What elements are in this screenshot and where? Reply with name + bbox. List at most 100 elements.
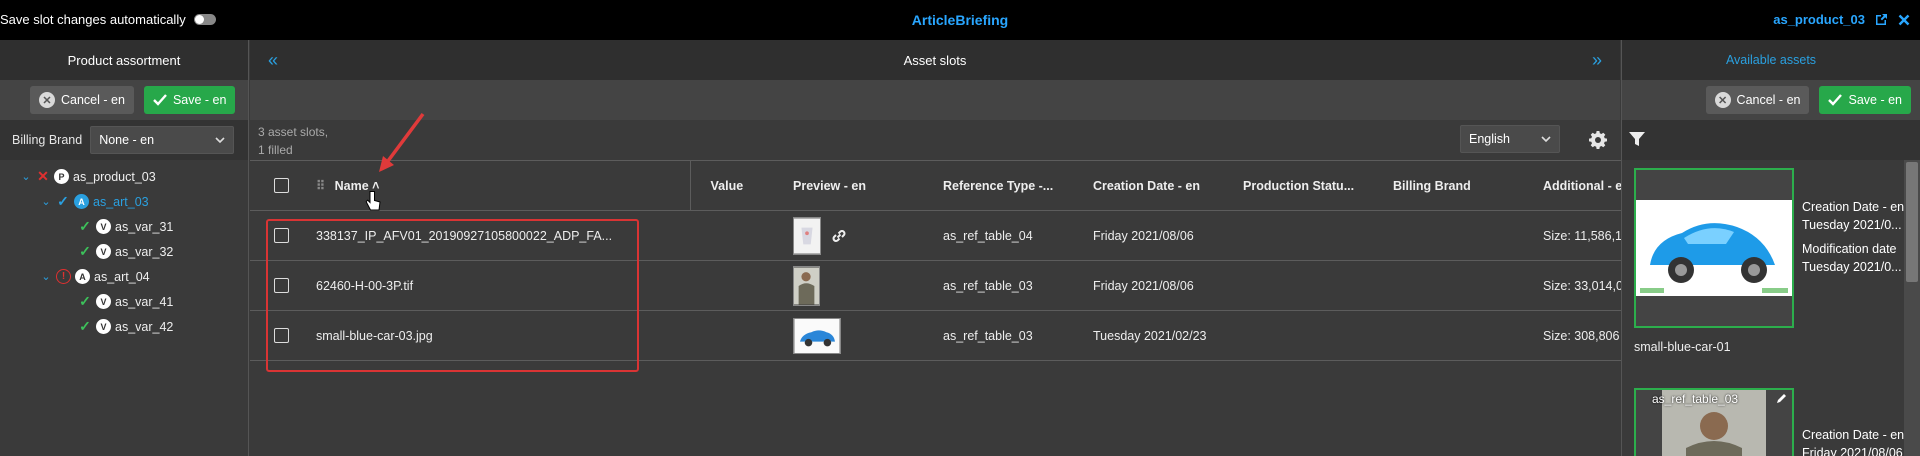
collapse-left-icon[interactable]: « <box>268 50 278 71</box>
cell-reference-type: as_ref_table_04 <box>935 210 1085 261</box>
column-header-production-status[interactable]: Production Statu... <box>1235 160 1385 211</box>
cancel-button[interactable]: ✕ Cancel - en <box>30 86 134 114</box>
tree-item-as-var-32[interactable]: ✓ V as_var_32 <box>0 239 248 264</box>
cancel-label: Cancel - en <box>61 93 125 107</box>
row-checkbox[interactable] <box>274 228 289 244</box>
cell-value <box>690 210 785 261</box>
autosave-toggle[interactable] <box>193 14 216 25</box>
asset-list-scrollbar[interactable] <box>1904 160 1920 456</box>
center-toolbar <box>250 80 1620 120</box>
save-label: Save - en <box>172 93 227 107</box>
edit-pencil-icon[interactable] <box>1776 392 1788 404</box>
tree-item-as-art-04[interactable]: ⌄ ! A as_art_04 <box>0 264 248 289</box>
row-checkbox[interactable] <box>274 328 289 344</box>
asset-list: Creation Date - en Tuesday 2021/0... Mod… <box>1622 160 1920 456</box>
chevron-down-icon[interactable]: ⌄ <box>40 195 52 208</box>
asset-card[interactable] <box>1634 168 1794 328</box>
meta-value: Tuesday 2021/0... <box>1802 218 1902 232</box>
billing-brand-value: None - en <box>99 133 155 147</box>
tree-item-label: as_var_42 <box>115 319 174 334</box>
cancel-button[interactable]: ✕ Cancel - en <box>1705 86 1810 114</box>
close-icon[interactable] <box>1898 14 1910 26</box>
available-assets-panel: Available assets ✕ Cancel - en Save - en <box>1621 40 1920 456</box>
app-title: ArticleBriefing <box>911 12 1009 28</box>
preview-thumbnail[interactable] <box>793 216 821 255</box>
autosave-label: Save slot changes automatically <box>0 12 186 27</box>
check-icon <box>1828 94 1843 106</box>
variant-badge: V <box>96 319 111 334</box>
chevron-down-icon[interactable]: ⌄ <box>20 170 32 183</box>
column-header-reference-type[interactable]: Reference Type -... <box>935 160 1085 211</box>
link-icon[interactable] <box>830 227 848 245</box>
cell-production-status <box>1235 310 1385 361</box>
asset-slots-table: ⠿ Name ˄ Value Preview - en Reference Ty… <box>250 160 1640 361</box>
select-all-checkbox[interactable] <box>274 178 289 194</box>
panel-title: Product assortment <box>0 40 248 80</box>
available-assets-title: Available assets <box>1622 40 1920 80</box>
table-header-row: ⠿ Name ˄ Value Preview - en Reference Ty… <box>250 160 1640 211</box>
billing-brand-select[interactable]: None - en <box>90 126 235 154</box>
external-link-icon[interactable] <box>1875 13 1888 26</box>
tree-item-as-var-42[interactable]: ✓ V as_var_42 <box>0 314 248 339</box>
table-row[interactable]: 62460-H-00-3P.tif as_ref_table_03 Friday… <box>250 260 1640 311</box>
gear-icon[interactable] <box>1588 130 1608 150</box>
cell-production-status <box>1235 260 1385 311</box>
warning-icon: ! <box>56 269 71 284</box>
filter-icon[interactable] <box>1628 130 1646 148</box>
cell-name: 338137_IP_AFV01_20190927105800022_ADP_FA… <box>302 210 690 261</box>
asset-card[interactable]: as_ref_table_03 <box>1634 388 1794 456</box>
variant-badge: V <box>96 219 111 234</box>
check-icon <box>153 94 167 106</box>
chevron-down-icon <box>1541 135 1551 142</box>
tree-item-as-product-03[interactable]: ⌄ ✕ P as_product_03 <box>0 164 248 189</box>
chevron-down-icon[interactable]: ⌄ <box>40 270 52 283</box>
language-select[interactable]: English <box>1460 125 1560 153</box>
tree-item-label: as_art_04 <box>94 269 150 284</box>
drag-handle-icon[interactable]: ⠿ <box>316 179 325 193</box>
product-badge: P <box>54 169 69 184</box>
billing-brand-label: Billing Brand <box>12 133 83 147</box>
save-button[interactable]: Save - en <box>143 86 236 114</box>
collapse-right-icon[interactable]: » <box>1592 50 1602 71</box>
cell-production-status <box>1235 210 1385 261</box>
column-header-name[interactable]: ⠿ Name ˄ <box>302 160 691 211</box>
tree-item-as-var-31[interactable]: ✓ V as_var_31 <box>0 214 248 239</box>
table-row[interactable]: 338137_IP_AFV01_20190927105800022_ADP_FA… <box>250 210 1640 261</box>
cell-name: 62460-H-00-3P.tif <box>302 260 690 311</box>
column-header-creation-date[interactable]: Creation Date - en <box>1085 160 1235 211</box>
save-label: Save - en <box>1848 93 1902 107</box>
product-tree: ⌄ ✕ P as_product_03 ⌄ ✓ A as_art_03 ✓ V … <box>0 160 248 339</box>
preview-thumbnail[interactable] <box>793 265 820 306</box>
column-header-billing-brand[interactable]: Billing Brand <box>1385 160 1535 211</box>
column-header-value[interactable]: Value <box>690 160 785 211</box>
chevron-down-icon <box>215 136 225 143</box>
article-badge: A <box>75 269 90 284</box>
meta-value: Friday 2021/08/06 <box>1802 446 1903 456</box>
asset-thumbnail <box>1636 170 1792 326</box>
tree-item-as-var-41[interactable]: ✓ V as_var_41 <box>0 289 248 314</box>
asset-metadata: Creation Date - en Friday 2021/08/06 <box>1802 426 1904 456</box>
cell-preview <box>785 210 935 261</box>
autosave-toggle-row[interactable]: Save slot changes automatically <box>0 12 216 27</box>
slot-filled: 1 filled <box>258 143 293 157</box>
select-all-cell[interactable] <box>250 160 302 211</box>
tree-item-label: as_art_03 <box>93 194 149 209</box>
table-row[interactable]: small-blue-car-03.jpg as_ref_table_03 Tu… <box>250 310 1640 361</box>
tree-item-as-art-03[interactable]: ⌄ ✓ A as_art_03 <box>0 189 248 214</box>
cell-billing-brand <box>1385 260 1535 311</box>
row-checkbox[interactable] <box>274 278 289 294</box>
preview-thumbnail[interactable] <box>793 317 841 354</box>
top-bar: Save slot changes automatically ArticleB… <box>0 0 1920 40</box>
cancel-icon: ✕ <box>39 92 55 108</box>
cell-creation-date: Friday 2021/08/06 <box>1085 260 1235 311</box>
panel-title: Asset slots <box>903 52 967 68</box>
check-icon: ✓ <box>57 193 69 209</box>
tree-item-label: as_product_03 <box>73 169 156 184</box>
column-header-preview[interactable]: Preview - en <box>785 160 935 211</box>
filter-row <box>1622 120 1920 160</box>
column-name-label: Name <box>334 179 369 193</box>
save-button[interactable]: Save - en <box>1819 86 1911 114</box>
check-icon: ✓ <box>79 218 91 234</box>
cell-name: small-blue-car-03.jpg <box>302 310 690 361</box>
scrollbar-thumb[interactable] <box>1906 162 1918 282</box>
